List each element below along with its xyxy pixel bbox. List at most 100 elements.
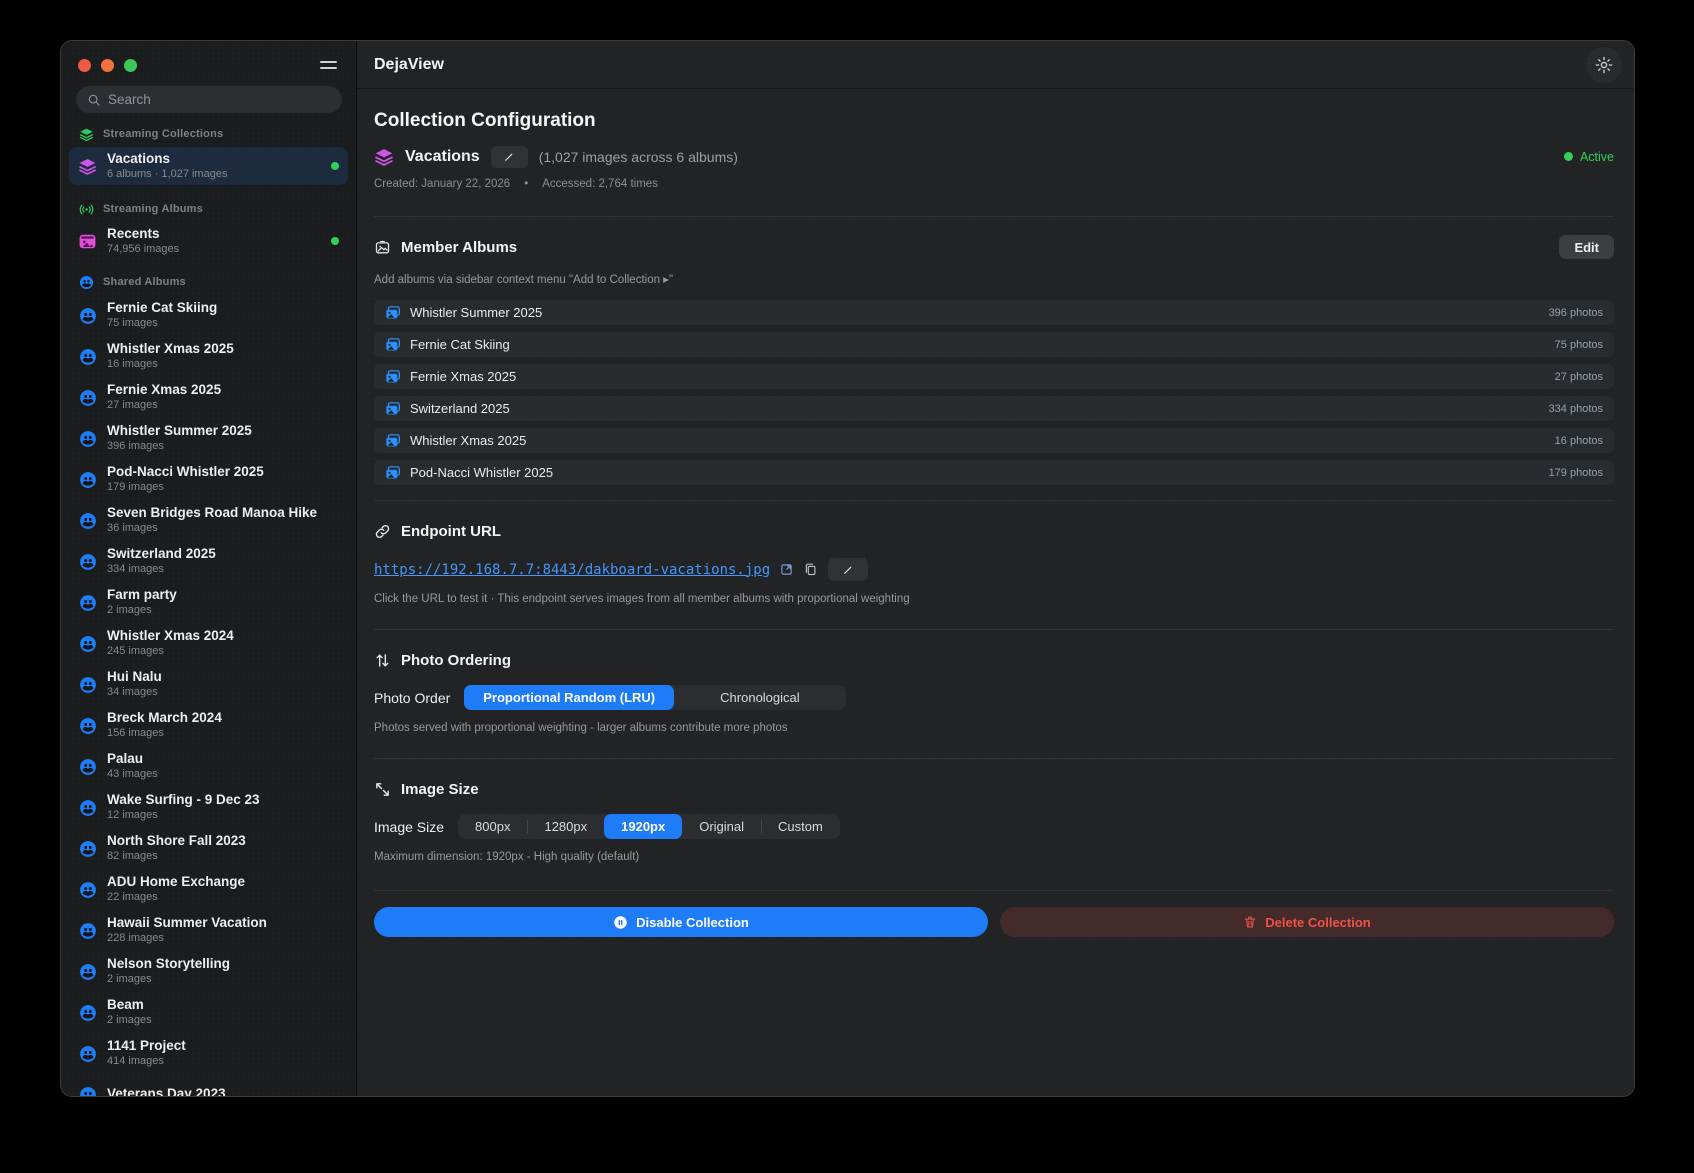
sidebar-item-recents[interactable]: Recents 74,956 images	[69, 222, 348, 260]
photo-frame-icon	[374, 239, 391, 256]
album-count: 396 photos	[1549, 307, 1603, 319]
collection-meta: Created: January 22, 2026 • Accessed: 2,…	[374, 178, 1614, 190]
sidebar-item-shared-album[interactable]: Farm party 2 images	[61, 582, 356, 623]
people-icon	[79, 1004, 97, 1022]
people-icon	[79, 717, 97, 735]
close-window-button[interactable]	[78, 59, 91, 72]
album-name: Whistler Summer 2025	[410, 305, 542, 320]
member-album-row[interactable]: Whistler Xmas 2025 16 photos	[374, 428, 1614, 453]
item-subtitle: 228 images	[107, 932, 267, 946]
sidebar-item-shared-album[interactable]: Switzerland 2025 334 images	[61, 541, 356, 582]
sort-arrows-icon	[374, 652, 391, 669]
zoom-window-button[interactable]	[124, 59, 137, 72]
status-dot	[1564, 152, 1573, 161]
item-title: 1141 Project	[107, 1038, 186, 1055]
sidebar-item-shared-album[interactable]: Fernie Xmas 2025 27 images	[61, 377, 356, 418]
photo-order-control: Photo Order Proportional Random (LRU) Ch…	[374, 685, 1614, 710]
sidebar-item-shared-album[interactable]: Breck March 2024 156 images	[61, 705, 356, 746]
album-photos-icon	[385, 401, 401, 417]
image-size-option[interactable]: 1920px	[604, 814, 682, 839]
image-size-label: Image Size	[374, 819, 444, 835]
search-input[interactable]	[108, 92, 331, 107]
sidebar-item-shared-album[interactable]: Hawaii Summer Vacation 228 images	[61, 910, 356, 951]
member-album-row[interactable]: Fernie Cat Skiing 75 photos	[374, 332, 1614, 357]
image-size-option[interactable]: Custom	[761, 814, 840, 839]
delete-label: Delete Collection	[1265, 915, 1370, 930]
item-subtitle: 74,956 images	[107, 243, 179, 256]
photo-order-option[interactable]: Proportional Random (LRU)	[464, 685, 674, 710]
member-album-row[interactable]: Switzerland 2025 334 photos	[374, 396, 1614, 421]
item-subtitle: 75 images	[107, 317, 217, 331]
sidebar-item-shared-album[interactable]: Whistler Summer 2025 396 images	[61, 418, 356, 459]
endpoint-url-row: https://192.168.7.7:8443/dakboard-vacati…	[374, 558, 1614, 581]
layers-icon	[78, 157, 97, 176]
member-album-row[interactable]: Whistler Summer 2025 396 photos	[374, 300, 1614, 325]
desktop: Streaming Collections Vacations 6 albums…	[0, 0, 1694, 1173]
people-icon	[79, 635, 97, 653]
sidebar-item-shared-album[interactable]: Whistler Xmas 2025 16 images	[61, 336, 356, 377]
collection-summary: (1,027 images across 6 albums)	[539, 149, 738, 165]
endpoint-url-link[interactable]: https://192.168.7.7:8443/dakboard-vacati…	[374, 562, 770, 578]
item-title: Recents	[107, 226, 179, 242]
section-streaming-collections: Streaming Collections	[61, 127, 356, 141]
sidebar-item-shared-album[interactable]: Veterans Day 2023	[61, 1074, 356, 1096]
item-title: Farm party	[107, 587, 177, 604]
minimize-window-button[interactable]	[101, 59, 114, 72]
sidebar-item-shared-album[interactable]: Pod-Nacci Whistler 2025 179 images	[61, 459, 356, 500]
sidebar-toggle-icon[interactable]	[317, 58, 340, 72]
item-title: Vacations	[107, 151, 227, 167]
item-subtitle: 16 images	[107, 358, 234, 372]
sidebar-item-shared-album[interactable]: Palau 43 images	[61, 746, 356, 787]
album-count: 16 photos	[1555, 435, 1603, 447]
item-subtitle: 27 images	[107, 399, 221, 413]
copy-url-button[interactable]	[803, 562, 818, 577]
member-album-row[interactable]: Pod-Nacci Whistler 2025 179 photos	[374, 460, 1614, 485]
sidebar-item-shared-album[interactable]: 1141 Project 414 images	[61, 1033, 356, 1074]
rename-collection-button[interactable]	[491, 146, 528, 168]
people-icon	[79, 275, 94, 290]
sidebar-item-shared-album[interactable]: Hui Nalu 34 images	[61, 664, 356, 705]
item-title: Beam	[107, 997, 152, 1014]
search-field[interactable]	[76, 86, 342, 113]
sidebar-item-shared-album[interactable]: Whistler Xmas 2024 245 images	[61, 623, 356, 664]
divider	[374, 500, 1614, 501]
settings-button[interactable]	[1586, 47, 1622, 83]
disable-collection-button[interactable]: Disable Collection	[374, 907, 988, 937]
item-title: Whistler Xmas 2025	[107, 341, 234, 358]
sidebar-item-shared-album[interactable]: Nelson Storytelling 2 images	[61, 951, 356, 992]
window-controls	[61, 41, 356, 73]
image-size-option[interactable]: 800px	[458, 814, 527, 839]
image-size-hint: Maximum dimension: 1920px - High quality…	[374, 851, 1614, 863]
item-subtitle: 43 images	[107, 768, 158, 782]
item-subtitle: 2 images	[107, 1014, 152, 1028]
item-subtitle: 12 images	[107, 809, 260, 823]
divider	[374, 890, 1614, 891]
sidebar-item-shared-album[interactable]: North Shore Fall 2023 82 images	[61, 828, 356, 869]
sidebar-item-vacations[interactable]: Vacations 6 albums · 1,027 images	[69, 147, 348, 185]
image-size-option[interactable]: 1280px	[527, 814, 604, 839]
people-icon	[79, 922, 97, 940]
image-size-option[interactable]: Original	[682, 814, 761, 839]
section-title: Member Albums	[401, 239, 517, 256]
external-link-icon[interactable]	[780, 563, 793, 576]
edit-url-button[interactable]	[828, 558, 868, 581]
sidebar-item-shared-album[interactable]: Seven Bridges Road Manoa Hike 36 images	[61, 500, 356, 541]
sidebar-item-shared-album[interactable]: Beam 2 images	[61, 992, 356, 1033]
member-album-row[interactable]: Fernie Xmas 2025 27 photos	[374, 364, 1614, 389]
photo-order-label: Photo Order	[374, 690, 450, 706]
photo-order-option[interactable]: Chronological	[674, 685, 846, 710]
edit-albums-button[interactable]: Edit	[1559, 235, 1614, 259]
sidebar-item-shared-album[interactable]: Wake Surfing - 9 Dec 23 12 images	[61, 787, 356, 828]
album-name: Fernie Cat Skiing	[410, 337, 510, 352]
section-title: Image Size	[401, 781, 479, 798]
album-photos-icon	[385, 433, 401, 449]
sidebar-item-shared-album[interactable]: Fernie Cat Skiing 75 images	[61, 295, 356, 336]
item-subtitle: 179 images	[107, 481, 264, 495]
member-albums-header: Member Albums Edit	[374, 234, 1614, 260]
delete-collection-button[interactable]: Delete Collection	[1000, 907, 1614, 937]
section-streaming-albums: Streaming Albums	[61, 202, 356, 216]
app-title: DejaView	[374, 56, 444, 74]
sidebar-item-shared-album[interactable]: ADU Home Exchange 22 images	[61, 869, 356, 910]
search-icon	[87, 93, 101, 107]
album-count: 75 photos	[1555, 339, 1603, 351]
